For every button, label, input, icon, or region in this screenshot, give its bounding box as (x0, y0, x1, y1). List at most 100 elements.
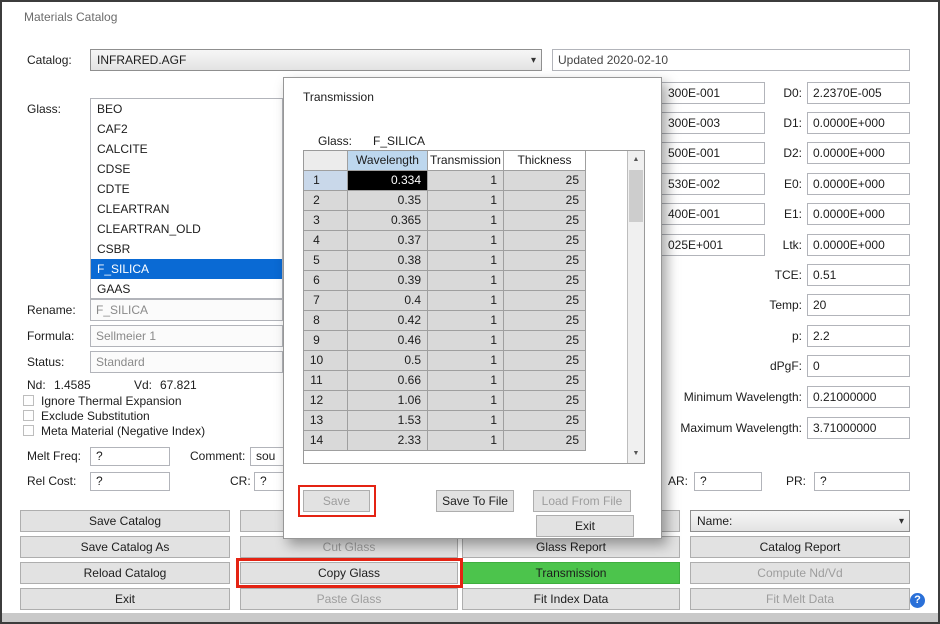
wavelength-cell[interactable]: 0.42 (348, 311, 428, 331)
transmission-cell[interactable]: 1 (428, 291, 504, 311)
wavelength-cell[interactable]: 0.4 (348, 291, 428, 311)
coef-value-field[interactable]: 0.0000E+000 (807, 234, 910, 256)
thickness-cell[interactable]: 25 (504, 411, 586, 431)
coef-value-field[interactable]: 2.2370E-005 (807, 82, 910, 104)
wavelength-cell[interactable]: 0.5 (348, 351, 428, 371)
thickness-cell[interactable]: 25 (504, 431, 586, 451)
glass-list-item[interactable]: BEO (91, 99, 282, 119)
glass-list-item[interactable]: CDSE (91, 159, 282, 179)
row-number-cell[interactable]: 14 (304, 431, 348, 451)
transmission-cell[interactable]: 1 (428, 351, 504, 371)
catalog-dropdown[interactable]: INFRARED.AGF ▾ (90, 49, 542, 71)
row-number-cell[interactable]: 11 (304, 371, 348, 391)
name-dropdown[interactable]: Name: ▾ (690, 510, 910, 532)
table-scrollbar[interactable]: ▲ ▼ (627, 151, 644, 463)
cut-glass-button[interactable]: Cut Glass (240, 536, 458, 558)
transmission-cell[interactable]: 1 (428, 331, 504, 351)
wavelength-cell[interactable]: 0.35 (348, 191, 428, 211)
transmission-cell[interactable]: 1 (428, 211, 504, 231)
exclude-substitution-checkbox[interactable] (23, 410, 34, 421)
thickness-cell[interactable]: 25 (504, 211, 586, 231)
wavelength-cell[interactable]: 1.53 (348, 411, 428, 431)
compute-ndvd-button[interactable]: Compute Nd/Vd (690, 562, 910, 584)
transmission-cell[interactable]: 1 (428, 251, 504, 271)
melt-freq-field[interactable]: ? (90, 447, 170, 466)
glass-report-button[interactable]: Glass Report (462, 536, 680, 558)
wavelength-limit-field[interactable]: 3.71000000 (807, 417, 910, 439)
thickness-cell[interactable]: 25 (504, 351, 586, 371)
thickness-cell[interactable]: 25 (504, 231, 586, 251)
transmission-cell[interactable]: 1 (428, 371, 504, 391)
glass-list-item[interactable]: CALCITE (91, 139, 282, 159)
dialog-save-button[interactable]: Save (303, 490, 370, 512)
exit-button[interactable]: Exit (20, 588, 230, 610)
coef-value-field[interactable]: 0.0000E+000 (807, 112, 910, 134)
rename-field[interactable]: F_SILICA (90, 299, 283, 321)
coef-value-field[interactable]: 20 (807, 294, 910, 316)
glass-listbox[interactable]: BEOCAF2CALCITECDSECDTECLEARTRANCLEARTRAN… (90, 98, 283, 299)
catalog-report-button[interactable]: Catalog Report (690, 536, 910, 558)
glass-list-item[interactable]: GAAS (91, 279, 282, 299)
dialog-exit-button[interactable]: Exit (536, 515, 634, 537)
scroll-up-icon[interactable]: ▲ (628, 152, 644, 168)
reload-catalog-button[interactable]: Reload Catalog (20, 562, 230, 584)
thickness-cell[interactable]: 25 (504, 371, 586, 391)
ar-field[interactable]: ? (694, 472, 762, 491)
transmission-cell[interactable]: 1 (428, 191, 504, 211)
save-catalog-button[interactable]: Save Catalog (20, 510, 230, 532)
thickness-cell[interactable]: 25 (504, 391, 586, 411)
row-number-cell[interactable]: 12 (304, 391, 348, 411)
transmission-cell[interactable]: 1 (428, 411, 504, 431)
wavelength-cell[interactable]: 0.365 (348, 211, 428, 231)
transmission-cell[interactable]: 1 (428, 311, 504, 331)
row-number-cell[interactable]: 4 (304, 231, 348, 251)
glass-list-item[interactable]: CSBR (91, 239, 282, 259)
thickness-cell[interactable]: 25 (504, 311, 586, 331)
thickness-cell[interactable]: 25 (504, 291, 586, 311)
glass-list-item[interactable]: CLEARTRAN (91, 199, 282, 219)
transmission-cell[interactable]: 1 (428, 231, 504, 251)
coef-value-field[interactable]: 0.0000E+000 (807, 173, 910, 195)
wavelength-cell[interactable]: 0.39 (348, 271, 428, 291)
row-number-cell[interactable]: 7 (304, 291, 348, 311)
rel-cost-field[interactable]: ? (90, 472, 170, 491)
row-number-cell[interactable]: 10 (304, 351, 348, 371)
wavelength-cell[interactable]: 2.33 (348, 431, 428, 451)
thickness-cell[interactable]: 25 (504, 191, 586, 211)
updated-field[interactable]: Updated 2020-02-10 (552, 49, 910, 71)
row-number-cell[interactable]: 13 (304, 411, 348, 431)
transmission-cell[interactable]: 1 (428, 171, 504, 191)
row-number-cell[interactable]: 6 (304, 271, 348, 291)
wavelength-cell[interactable]: 1.06 (348, 391, 428, 411)
coef-value-field[interactable]: 0.0000E+000 (807, 142, 910, 164)
transmission-cell[interactable]: 1 (428, 391, 504, 411)
glass-list-item[interactable]: F_SILICA (91, 259, 282, 279)
thickness-cell[interactable]: 25 (504, 251, 586, 271)
wavelength-cell[interactable]: 0.38 (348, 251, 428, 271)
wavelength-cell[interactable]: 0.334 (348, 171, 428, 191)
glass-list-item[interactable]: CAF2 (91, 119, 282, 139)
row-number-cell[interactable]: 8 (304, 311, 348, 331)
wavelength-cell[interactable]: 0.66 (348, 371, 428, 391)
coef-value-field[interactable]: 0.0000E+000 (807, 203, 910, 225)
copy-glass-button[interactable]: Copy Glass (240, 562, 458, 584)
transmission-button[interactable]: Transmission (462, 562, 680, 584)
column-header-wavelength[interactable]: Wavelength (348, 151, 428, 171)
row-number-cell[interactable]: 1 (304, 171, 348, 191)
wavelength-cell[interactable]: 0.46 (348, 331, 428, 351)
help-icon[interactable]: ? (910, 593, 925, 608)
ignore-thermal-expansion-checkbox[interactable] (23, 395, 34, 406)
row-number-cell[interactable]: 9 (304, 331, 348, 351)
wavelength-limit-field[interactable]: 0.21000000 (807, 386, 910, 408)
transmission-cell[interactable]: 1 (428, 431, 504, 451)
meta-material-checkbox[interactable] (23, 425, 34, 436)
fit-index-data-button[interactable]: Fit Index Data (462, 588, 680, 610)
fit-melt-data-button[interactable]: Fit Melt Data (690, 588, 910, 610)
column-header-transmission[interactable]: Transmission (428, 151, 504, 171)
column-header-thickness[interactable]: Thickness (504, 151, 586, 171)
thickness-cell[interactable]: 25 (504, 171, 586, 191)
pr-field[interactable]: ? (814, 472, 910, 491)
coef-value-field[interactable]: 2.2 (807, 325, 910, 347)
coef-value-field[interactable]: 0 (807, 355, 910, 377)
row-number-cell[interactable]: 5 (304, 251, 348, 271)
